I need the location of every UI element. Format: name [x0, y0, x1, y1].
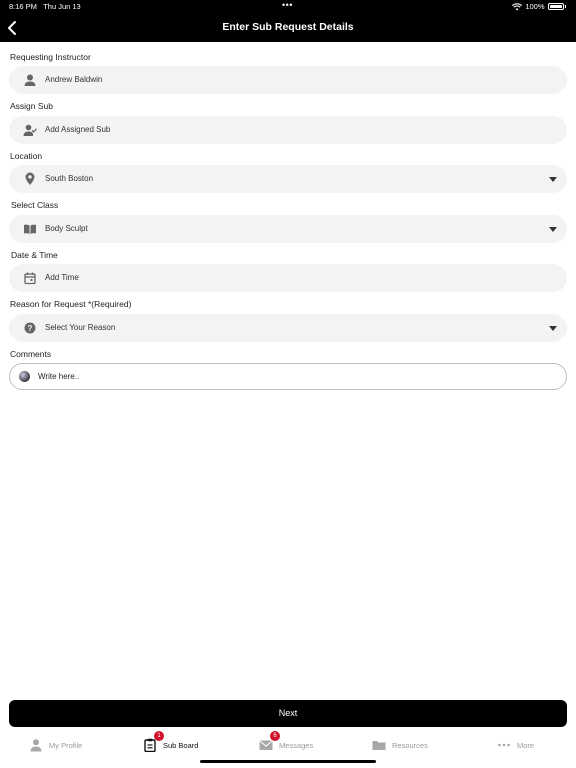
- tab-label: Sub Board: [163, 740, 199, 750]
- tab-resources[interactable]: Resources: [372, 735, 428, 755]
- status-date: Thu Jun 13: [43, 2, 81, 11]
- next-button[interactable]: Next: [9, 700, 567, 727]
- tab-label: Resources: [392, 740, 428, 750]
- chevron-down-icon: [549, 177, 557, 182]
- reason-label: Reason for Request *(Required): [10, 299, 132, 309]
- location-value: South Boston: [45, 174, 94, 183]
- location-pin-icon: [25, 172, 35, 185]
- datetime-field[interactable]: Add Time: [9, 264, 567, 292]
- location-label: Location: [10, 151, 43, 161]
- avatar: [19, 371, 30, 382]
- instructor-label: Requesting Instructor: [10, 52, 91, 62]
- folder-icon: [372, 741, 386, 750]
- comments-placeholder: Write here..: [38, 372, 80, 381]
- instructor-field: Andrew Baldwin: [9, 66, 567, 94]
- comments-label: Comments: [10, 349, 52, 359]
- battery-percent: 100%: [525, 2, 545, 11]
- sub-board-badge: 1: [154, 731, 164, 741]
- location-dropdown[interactable]: South Boston: [9, 165, 567, 193]
- envelope-icon: [259, 740, 273, 750]
- status-time: 8:16 PM Thu Jun 13: [9, 2, 81, 11]
- datetime-label: Date & Time: [11, 250, 58, 260]
- battery-icon: [547, 3, 564, 10]
- battery-tip: [564, 5, 566, 8]
- comments-input[interactable]: Write here..: [9, 363, 567, 390]
- multitask-dots[interactable]: •••: [282, 0, 293, 10]
- datetime-placeholder: Add Time: [45, 273, 79, 282]
- svg-text:?: ?: [28, 324, 33, 333]
- assign-sub-field[interactable]: Add Assigned Sub: [9, 116, 567, 144]
- status-right: 100%: [512, 2, 566, 11]
- tab-messages[interactable]: 6 Messages: [259, 731, 314, 755]
- class-value: Body Sculpt: [45, 224, 88, 233]
- assign-sub-label: Assign Sub: [10, 101, 53, 111]
- tab-more[interactable]: More: [497, 735, 534, 755]
- chevron-down-icon: [549, 326, 557, 331]
- page-title: Enter Sub Request Details: [222, 21, 354, 33]
- calendar-icon: [24, 272, 36, 285]
- more-icon: [498, 743, 510, 747]
- reason-placeholder: Select Your Reason: [45, 323, 116, 332]
- tab-label: Messages: [279, 740, 314, 750]
- nav-header: 8:16 PM Thu Jun 13 ••• 100% Enter Sub Re…: [0, 0, 576, 42]
- home-indicator: [200, 760, 376, 763]
- clipboard-icon: [144, 738, 156, 753]
- class-dropdown[interactable]: Body Sculpt: [9, 215, 567, 243]
- reason-dropdown[interactable]: ? Select Your Reason: [9, 314, 567, 342]
- envelope-wrap: 6: [259, 731, 280, 752]
- tab-my-profile[interactable]: My Profile: [29, 735, 82, 755]
- person-check-icon: [23, 124, 37, 136]
- clipboard-wrap: 1: [143, 731, 164, 753]
- messages-badge: 6: [270, 731, 280, 741]
- book-icon: [24, 224, 36, 234]
- person-icon: [30, 739, 42, 752]
- instructor-value: Andrew Baldwin: [45, 75, 103, 84]
- person-icon: [24, 74, 36, 86]
- tab-label: More: [517, 740, 535, 750]
- class-label: Select Class: [11, 200, 59, 210]
- question-icon: ?: [24, 322, 36, 334]
- chevron-down-icon: [549, 227, 557, 232]
- status-clock: 8:16 PM: [9, 2, 37, 11]
- tab-sub-board[interactable]: 1 Sub Board: [143, 731, 199, 755]
- wifi-icon: [512, 2, 523, 10]
- assign-sub-placeholder: Add Assigned Sub: [45, 125, 111, 134]
- tab-label: My Profile: [49, 740, 83, 750]
